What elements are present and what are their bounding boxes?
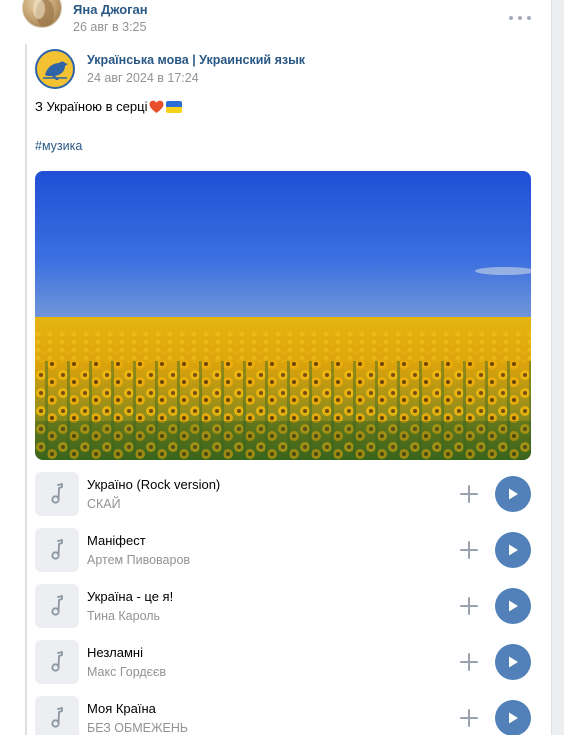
track-artist[interactable]: Макс Гордєєв xyxy=(87,665,166,679)
music-note-icon xyxy=(51,483,63,504)
plus-icon[interactable] xyxy=(459,596,479,616)
plus-icon[interactable] xyxy=(459,708,479,728)
track-item[interactable]: Незламні Макс Гордєєв xyxy=(35,640,531,686)
music-note-icon xyxy=(51,707,63,728)
track-artist[interactable]: Тина Кароль xyxy=(87,609,160,623)
play-icon xyxy=(509,712,518,724)
play-button[interactable] xyxy=(495,476,531,512)
track-title: Маніфест xyxy=(87,533,146,548)
track-cover[interactable] xyxy=(35,472,79,516)
play-icon xyxy=(509,656,518,668)
track-item[interactable]: Україна - це я! Тина Кароль xyxy=(35,584,531,630)
play-button[interactable] xyxy=(495,700,531,735)
play-button[interactable] xyxy=(495,532,531,568)
track-item[interactable]: Україно (Rock version) СКАЙ xyxy=(35,472,531,518)
repost-divider xyxy=(25,44,27,735)
track-cover[interactable] xyxy=(35,696,79,735)
group-avatar[interactable] xyxy=(35,49,75,89)
plus-icon[interactable] xyxy=(459,652,479,672)
heart-emoji xyxy=(149,100,164,114)
play-icon xyxy=(509,488,518,500)
play-button[interactable] xyxy=(495,588,531,624)
track-title: Україно (Rock version) xyxy=(87,477,221,492)
post-text: З Україною в серці xyxy=(35,99,183,114)
post-date[interactable]: 26 авг в 3:25 xyxy=(73,20,146,34)
track-cover[interactable] xyxy=(35,640,79,684)
post-card: Яна Джоган 26 авг в 3:25 Українська мова… xyxy=(0,0,552,735)
author-avatar[interactable] xyxy=(22,0,62,28)
ukraine-flag-emoji xyxy=(166,100,183,113)
track-cover[interactable] xyxy=(35,584,79,628)
music-note-icon xyxy=(51,595,63,616)
track-title: Незламні xyxy=(87,645,143,660)
post-text-content: З Україною в серці xyxy=(35,99,148,114)
track-item[interactable]: Маніфест Артем Пивоваров xyxy=(35,528,531,574)
track-item[interactable]: Моя Країна БЕЗ ОБМЕЖЕНЬ xyxy=(35,696,531,735)
plus-icon[interactable] xyxy=(459,484,479,504)
play-icon xyxy=(509,600,518,612)
hashtag-link[interactable]: #музика xyxy=(35,139,82,153)
music-note-icon xyxy=(51,651,63,672)
track-artist[interactable]: Артем Пивоваров xyxy=(87,553,190,567)
author-name[interactable]: Яна Джоган xyxy=(73,2,148,17)
music-note-icon xyxy=(51,539,63,560)
track-title: Моя Країна xyxy=(87,701,156,716)
group-name[interactable]: Українська мова | Украинский язык xyxy=(87,53,305,67)
track-title: Україна - це я! xyxy=(87,589,174,604)
repost-date[interactable]: 24 авг 2024 в 17:24 xyxy=(87,71,199,85)
plus-icon[interactable] xyxy=(459,540,479,560)
track-artist[interactable]: СКАЙ xyxy=(87,497,121,511)
more-horizontal-icon[interactable] xyxy=(509,10,531,26)
track-artist[interactable]: БЕЗ ОБМЕЖЕНЬ xyxy=(87,721,188,735)
track-cover[interactable] xyxy=(35,528,79,572)
sunflower-field-photo[interactable] xyxy=(35,171,531,460)
play-icon xyxy=(509,544,518,556)
play-button[interactable] xyxy=(495,644,531,680)
